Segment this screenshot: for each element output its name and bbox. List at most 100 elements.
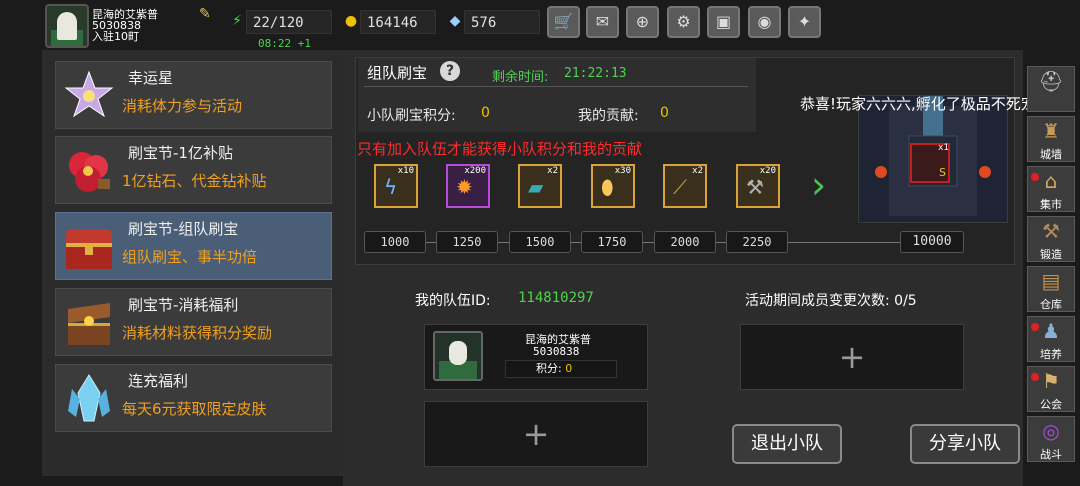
event-card-consume-bonus[interactable]: 刷宝节-消耗福利 消耗材料获得积分奖励 [55, 288, 332, 356]
team-id-label: 我的队伍ID: [415, 293, 491, 309]
player-status: 入驻10町 [92, 30, 139, 43]
grand-prize-count: x1 [938, 143, 949, 153]
member-score-value: 0 [565, 362, 573, 375]
sidebar-label: 培养 [1040, 348, 1062, 361]
member-change-text: 活动期间成员变更次数: [745, 293, 890, 309]
warehouse-icon: ▤ [1041, 269, 1061, 293]
member-score-label: 积分: [536, 362, 562, 375]
member-change-label: 活动期间成员变更次数: 0/5 [745, 290, 917, 310]
sidebar-item-battle[interactable]: ◎ 战斗 [1027, 416, 1075, 462]
reward-spellbook[interactable]: x2 ▰ [518, 164, 562, 208]
event-card-lucky-star[interactable]: 幸运星 消耗体力参与活动 [55, 61, 332, 129]
sidebar-item-market[interactable]: ⌂ 集市 [1027, 166, 1075, 212]
milestone-10000: 10000 [900, 231, 964, 253]
sidebar-item-warehouse[interactable]: ▤ 仓库 [1027, 266, 1075, 312]
sidebar-item-guild[interactable]: ⚑ 公会 [1027, 366, 1075, 412]
event-title: 刷宝节-1亿补贴 [128, 144, 233, 162]
gear-icon[interactable]: ⚙ [667, 6, 700, 38]
plus-icon: + [838, 338, 866, 376]
event-card-recharge[interactable]: 连充福利 每天6元获取限定皮肤 [55, 364, 332, 432]
event-title: 连充福利 [128, 372, 189, 390]
feather-icon[interactable]: ✦ [788, 6, 821, 38]
help-icon[interactable]: ? [440, 61, 460, 81]
sidebar-label: 集市 [1040, 198, 1062, 211]
spellbook-icon: ▰ [528, 175, 544, 199]
plus-icon: + [522, 415, 550, 453]
member-id: 5030838 [533, 345, 580, 358]
event-title: 刷宝节-消耗福利 [128, 296, 239, 314]
sidebar-label: 仓库 [1040, 298, 1062, 311]
event-card-team-hunt[interactable]: 刷宝节-组队刷宝 组队刷宝、事半功倍 [55, 212, 332, 280]
cart-icon[interactable]: 🛒 [547, 6, 580, 38]
energy-timer: 08:22 +1 [258, 37, 311, 50]
reward-egg[interactable]: x30 ⬮ [591, 164, 635, 208]
event-subtitle: 每天6元获取限定皮肤 [122, 400, 267, 418]
reward-count: x2 [692, 166, 703, 176]
chevron-right-icon: › [811, 163, 827, 207]
member-slot-2[interactable]: + [424, 401, 648, 467]
event-card-subsidy[interactable]: 刷宝节-1亿补贴 1亿钻石、代金钻补贴 [55, 136, 332, 204]
my-contribution-value: 0 [660, 105, 669, 121]
ice-crystal-icon [60, 371, 118, 427]
gift-icon[interactable]: ▣ [707, 6, 740, 38]
team-score-value: 0 [481, 105, 490, 121]
energy-value: 22/120 [246, 10, 332, 34]
milestone-1250: 1250 [436, 231, 498, 253]
sidebar-label: 公会 [1040, 398, 1062, 411]
share-team-button[interactable]: 分享小队 [910, 424, 1020, 464]
my-contribution-label: 我的贡献: [578, 108, 639, 124]
remaining-time-value: 21:22:13 [564, 66, 627, 81]
anvil-icon: ⚒ [1042, 219, 1060, 243]
event-subtitle: 消耗体力参与活动 [122, 97, 243, 115]
portal-icon: ◎ [1042, 419, 1060, 443]
sidebar-label: 锻造 [1040, 248, 1062, 261]
sidebar-item-forge[interactable]: ⚒ 锻造 [1027, 216, 1075, 262]
leave-team-button[interactable]: 退出小队 [732, 424, 842, 464]
edit-icon[interactable]: ✎ [199, 7, 213, 21]
guild-icon: ⚑ [1042, 369, 1060, 393]
sidebar-item-wall[interactable]: ♜ 城墙 [1027, 116, 1075, 162]
gem-icon: ◆ [449, 13, 461, 29]
reward-hammer[interactable]: x20 ⚒ [736, 164, 780, 208]
section-title: 组队刷宝 [367, 64, 428, 82]
market-icon: ⌂ [1044, 169, 1058, 193]
reward-lightning[interactable]: x10 ϟ [374, 164, 418, 208]
reward-count: x30 [614, 166, 631, 176]
member-slot-3[interactable]: + [740, 324, 964, 390]
palette-icon[interactable]: ◉ [748, 6, 781, 38]
player-avatar[interactable] [45, 4, 89, 48]
milestone-2250: 2250 [726, 231, 788, 253]
join-warning: 只有加入队伍才能获得小队积分和我的贡献 [357, 140, 643, 158]
gem-value: 576 [464, 10, 540, 34]
sidebar-item-training[interactable]: ♟ 培养 [1027, 316, 1075, 362]
milestone-1500: 1500 [509, 231, 571, 253]
sidebar-label: 城墙 [1040, 148, 1062, 161]
red-flower-icon [60, 143, 118, 199]
open-chest-icon [60, 295, 118, 351]
milestone-2000: 2000 [654, 231, 716, 253]
mail-icon[interactable]: ✉ [586, 6, 619, 38]
flame-orb-icon: ✹ [456, 175, 473, 199]
scroll-icon: ⟋ [673, 175, 687, 199]
team-id-value: 114810297 [518, 290, 594, 306]
gold-value: 164146 [360, 10, 436, 34]
event-title: 刷宝节-组队刷宝 [128, 220, 239, 238]
sidebar-item-hero[interactable]: ⛑ [1027, 66, 1075, 112]
team-score-label: 小队刷宝积分: [367, 108, 456, 124]
reward-scroll[interactable]: x2 ⟋ [663, 164, 707, 208]
member-change-count: 0/5 [894, 293, 917, 309]
grand-prize-image[interactable]: S x1 [858, 95, 1008, 223]
hammer-icon: ⚒ [746, 175, 764, 199]
event-subtitle: 消耗材料获得积分奖励 [122, 324, 273, 342]
milestone-1000: 1000 [364, 231, 426, 253]
training-icon: ♟ [1042, 319, 1060, 343]
gamepad-icon[interactable]: ⊕ [626, 6, 659, 38]
sidebar-label: 战斗 [1040, 448, 1062, 461]
knight-helmet-icon: ⛑ [1038, 69, 1064, 93]
remaining-time-label: 剩余时间: [492, 70, 549, 85]
svg-text:S: S [939, 166, 946, 179]
gold-icon: ● [344, 13, 358, 29]
castle-wall-icon: ♜ [1042, 119, 1060, 143]
divider [364, 86, 748, 87]
reward-flame-orb[interactable]: x200 ✹ [446, 164, 490, 208]
